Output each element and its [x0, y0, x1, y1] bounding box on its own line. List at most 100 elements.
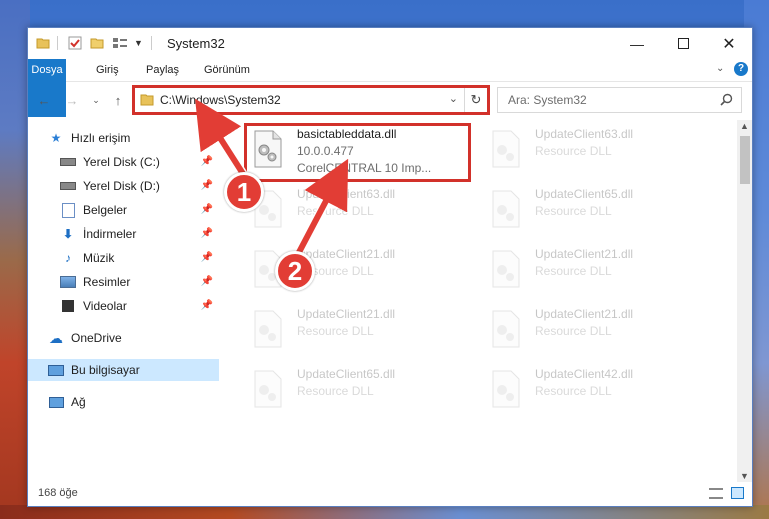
- sidebar-item-label: Resimler: [83, 275, 131, 289]
- sidebar-item-documents[interactable]: Belgeler 📌: [28, 199, 219, 221]
- computer-icon: [48, 363, 64, 377]
- explorer-window: ▼ System32 — ✕ Dosya Giriş Paylaş Görünü…: [27, 27, 753, 507]
- file-type: Resource DLL: [535, 384, 612, 398]
- pin-icon[interactable]: 📌: [201, 228, 213, 239]
- search-input[interactable]: Ara: System32: [497, 87, 742, 113]
- dll-file-icon: [492, 130, 520, 168]
- sidebar-item-local-disk-d[interactable]: Yerel Disk (D:) 📌: [28, 175, 219, 197]
- minimize-button[interactable]: —: [614, 28, 660, 59]
- sidebar-item-label: Müzik: [83, 251, 115, 265]
- drive-icon: [60, 155, 76, 169]
- ribbon: Dosya Giriş Paylaş Görünüm ⌄ ?: [28, 59, 752, 117]
- file-name: UpdateClient63.dll: [297, 187, 396, 201]
- file-type: Resource DLL: [535, 324, 612, 338]
- back-arrow-icon: ←: [37, 92, 51, 108]
- sidebar-item-label: Bu bilgisayar: [71, 363, 140, 377]
- file-name: UpdateClient63.dll: [535, 127, 634, 141]
- tab-share[interactable]: Paylaş: [137, 59, 188, 81]
- file-name: UpdateClient42.dll: [535, 367, 634, 381]
- back-button[interactable]: ←: [34, 91, 54, 109]
- view-options-icon[interactable]: [112, 36, 128, 50]
- file-type: Resource DLL: [297, 384, 374, 398]
- scroll-down-icon[interactable]: ▼: [740, 471, 749, 481]
- recent-locations-button[interactable]: ⌄: [86, 91, 106, 109]
- dll-file-icon: [254, 370, 282, 408]
- pin-icon[interactable]: 📌: [201, 252, 213, 263]
- pin-icon[interactable]: 📌: [201, 180, 213, 191]
- sidebar-item-onedrive[interactable]: ☁ OneDrive: [28, 327, 219, 349]
- search-icon: [720, 93, 733, 106]
- expand-ribbon-icon[interactable]: ⌄: [716, 63, 724, 74]
- close-button[interactable]: ✕: [706, 28, 752, 59]
- quick-access-dropdown-icon[interactable]: ▼: [134, 38, 143, 48]
- file-name: UpdateClient21.dll: [297, 247, 396, 261]
- details-view-icon[interactable]: [709, 488, 723, 499]
- tab-home[interactable]: Giriş: [87, 59, 128, 81]
- new-folder-icon[interactable]: [90, 36, 104, 50]
- quick-access-toolbar: ▼: [36, 36, 160, 50]
- file-type: Resource DLL: [297, 204, 374, 218]
- file-type: Resource DLL: [535, 204, 612, 218]
- file-item[interactable]: UpdateClient21.dll Resource DLL: [485, 304, 715, 362]
- file-type: Resource DLL: [535, 144, 612, 158]
- file-item[interactable]: UpdateClient65.dll Resource DLL: [247, 364, 477, 422]
- vertical-scrollbar[interactable]: ▲ ▼: [737, 120, 752, 482]
- file-item[interactable]: UpdateClient63.dll Resource DLL: [247, 184, 477, 242]
- sidebar-item-quick-access[interactable]: ★ Hızlı erişim: [28, 127, 219, 149]
- sidebar-item-network[interactable]: Ağ: [28, 391, 219, 413]
- file-item[interactable]: UpdateClient21.dll Resource DLL: [247, 304, 477, 362]
- network-icon: [48, 395, 64, 409]
- pin-icon[interactable]: 📌: [201, 276, 213, 287]
- callout-two: 2: [275, 251, 315, 291]
- scroll-up-icon[interactable]: ▲: [740, 121, 749, 131]
- sidebar-item-videos[interactable]: Videolar 📌: [28, 295, 219, 317]
- dll-file-icon: [254, 310, 282, 348]
- pin-icon[interactable]: 📌: [201, 204, 213, 215]
- file-type: Resource DLL: [535, 264, 612, 278]
- forward-arrow-icon: →: [65, 92, 79, 108]
- file-type: Resource DLL: [297, 324, 374, 338]
- item-count: 168 öğe: [38, 487, 78, 499]
- file-item[interactable]: UpdateClient65.dll Resource DLL: [485, 184, 715, 242]
- dll-file-icon: [492, 250, 520, 288]
- forward-button[interactable]: →: [62, 91, 82, 109]
- file-item[interactable]: UpdateClient42.dll Resource DLL: [485, 364, 715, 422]
- pictures-icon: [60, 275, 76, 289]
- tab-view[interactable]: Görünüm: [195, 59, 259, 81]
- scrollbar-thumb[interactable]: [740, 136, 750, 184]
- sidebar-item-downloads[interactable]: ⬇ İndirmeler 📌: [28, 223, 219, 245]
- dll-file-icon: [492, 190, 520, 228]
- folder-icon[interactable]: [36, 36, 50, 50]
- file-item[interactable]: UpdateClient63.dll Resource DLL: [485, 124, 715, 182]
- status-bar: 168 öğe: [28, 482, 752, 506]
- large-icons-view-icon[interactable]: [731, 487, 744, 499]
- window-title: System32: [167, 36, 225, 51]
- chevron-down-icon: ⌄: [92, 94, 100, 105]
- close-icon: ✕: [722, 35, 736, 53]
- file-item[interactable]: UpdateClient21.dll Resource DLL: [485, 244, 715, 302]
- pin-icon[interactable]: 📌: [201, 300, 213, 311]
- address-bar-highlight: [132, 85, 490, 115]
- file-highlight: [244, 123, 471, 182]
- help-icon[interactable]: ?: [734, 62, 748, 76]
- maximize-button[interactable]: [660, 28, 706, 59]
- sidebar-item-music[interactable]: ♪ Müzik 📌: [28, 247, 219, 269]
- sidebar-item-label: Yerel Disk (D:): [83, 179, 160, 193]
- dll-file-icon: [492, 370, 520, 408]
- callout-one: 1: [224, 172, 264, 212]
- properties-check-icon[interactable]: [68, 36, 82, 50]
- sidebar-item-pictures[interactable]: Resimler 📌: [28, 271, 219, 293]
- up-button[interactable]: ↑: [108, 91, 128, 109]
- sidebar-item-label: Belgeler: [83, 203, 128, 217]
- star-icon: ★: [50, 131, 62, 145]
- sidebar-item-label: OneDrive: [71, 331, 122, 345]
- sidebar-item-this-pc[interactable]: Bu bilgisayar: [28, 359, 219, 381]
- file-name: UpdateClient21.dll: [535, 307, 634, 321]
- pin-icon[interactable]: 📌: [201, 156, 213, 167]
- sidebar-item-label: Hızlı erişim: [71, 131, 131, 145]
- drive-icon: [60, 179, 76, 193]
- desktop-background-bottom: [0, 505, 769, 519]
- sidebar-item-label: Ağ: [71, 395, 86, 409]
- cloud-icon: ☁: [49, 329, 63, 346]
- sidebar-item-local-disk-c[interactable]: Yerel Disk (C:) 📌: [28, 151, 219, 173]
